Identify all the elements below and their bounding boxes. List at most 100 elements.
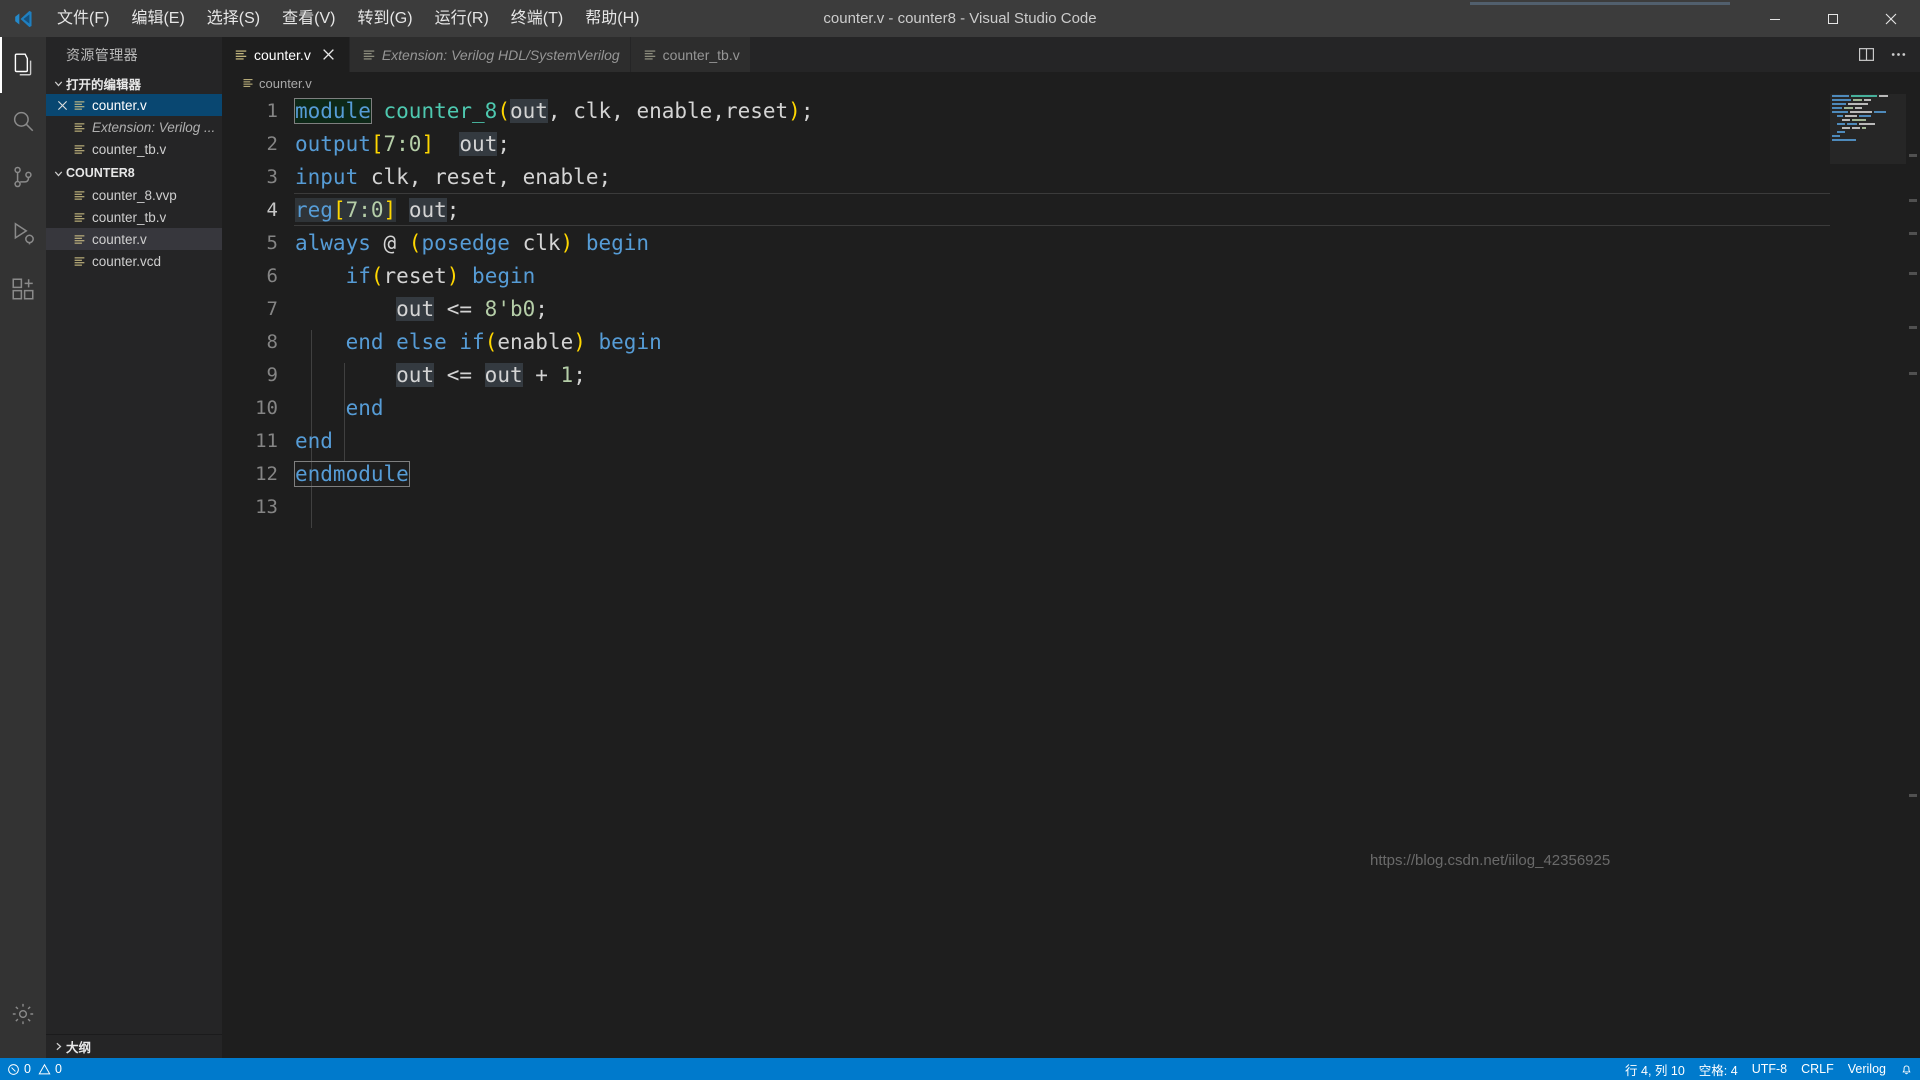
code-line[interactable]: 10 end (222, 391, 1920, 424)
code-line[interactable]: 1 module counter_8(out, clk, enable,rese… (222, 94, 1920, 127)
outline-label: 大纲 (66, 1041, 92, 1055)
open-editors-section-header[interactable]: 打开的编辑器 (46, 72, 222, 94)
line-content: out <= out + 1; (396, 362, 586, 387)
status-language-mode[interactable]: Verilog (1841, 1058, 1893, 1080)
open-editor-item-extension[interactable]: Extension: Verilog ... (46, 116, 222, 138)
breadcrumb-filename[interactable]: counter.v (259, 76, 312, 91)
file-item-counter-8-vvp[interactable]: counter_8.vvp (46, 184, 222, 206)
scrollbar-decoration (1909, 272, 1917, 275)
line-number: 13 (255, 495, 278, 518)
status-cursor-position[interactable]: 行 4, 列 10 (1618, 1058, 1692, 1080)
code-editor[interactable]: 1 module counter_8(out, clk, enable,rese… (222, 94, 1920, 1058)
title-bar: 文件(F) 编辑(E) 选择(S) 查看(V) 转到(G) 运行(R) 终端(T… (0, 0, 1920, 37)
activity-run-debug[interactable] (0, 205, 46, 261)
menu-file[interactable]: 文件(F) (46, 0, 120, 37)
code-line[interactable]: 11 end (222, 424, 1920, 457)
file-label: counter.vcd (92, 253, 162, 269)
code-line[interactable]: 13 (222, 490, 1920, 523)
verilog-file-icon (70, 189, 88, 202)
scrollbar-decoration (1909, 372, 1917, 375)
code-line[interactable]: 4 reg[7:0] out; (222, 193, 1920, 226)
window-controls (1746, 0, 1920, 37)
status-indentation[interactable]: 空格: 4 (1692, 1058, 1745, 1080)
tab-label: Extension: Verilog HDL/SystemVerilog (381, 46, 620, 63)
chevron-right-icon (50, 1036, 66, 1058)
minimap[interactable] (1830, 94, 1906, 1058)
line-number: 2 (266, 132, 278, 155)
file-label: counter.v (92, 231, 147, 247)
verilog-file-icon (70, 143, 88, 156)
status-problems[interactable]: 0 0 (0, 1058, 69, 1080)
minimize-icon[interactable] (1746, 0, 1804, 37)
breadcrumb[interactable]: counter.v (222, 72, 1920, 94)
close-icon[interactable] (1862, 0, 1920, 37)
tab-label: counter_tb.v (662, 46, 740, 63)
code-lines: 1 module counter_8(out, clk, enable,rese… (222, 94, 1920, 523)
open-editor-label: counter_tb.v (92, 141, 167, 157)
open-editor-item-counter-tb-v[interactable]: counter_tb.v (46, 138, 222, 160)
tab-label: counter.v (254, 46, 311, 63)
scrollbar-decoration (1909, 154, 1917, 157)
status-notifications[interactable] (1893, 1058, 1920, 1080)
scrollbar-decoration (1909, 326, 1917, 329)
activity-manage[interactable] (0, 986, 46, 1042)
status-bar-left: 0 0 (0, 1058, 69, 1080)
line-number: 6 (266, 264, 278, 287)
line-content: endmodule (294, 460, 410, 487)
code-line[interactable]: 5 always @ (posedge clk) begin (222, 226, 1920, 259)
line-number: 7 (266, 297, 278, 320)
outline-section-header[interactable]: 大纲 (46, 1034, 222, 1058)
side-bar: 资源管理器 打开的编辑器 counter.v Extension: Verilo… (46, 37, 222, 1058)
line-number: 11 (255, 429, 278, 452)
ellipsis-icon[interactable] (1884, 41, 1912, 69)
status-encoding[interactable]: UTF-8 (1745, 1058, 1794, 1080)
editor-scrollbar[interactable] (1906, 94, 1920, 1058)
activity-search[interactable] (0, 93, 46, 149)
verilog-file-icon (70, 121, 88, 134)
menu-selection[interactable]: 选择(S) (196, 0, 271, 37)
tab-counter-v[interactable]: counter.v (222, 37, 350, 72)
tab-counter-tb-v[interactable]: counter_tb.v (630, 37, 751, 72)
folder-name: COUNTER8 (66, 166, 135, 180)
line-number: 10 (255, 396, 278, 419)
scrollbar-decoration (1909, 199, 1917, 202)
code-line[interactable]: 6 if(reset) begin (222, 259, 1920, 292)
verilog-file-icon (70, 255, 88, 268)
menu-view[interactable]: 查看(V) (271, 0, 346, 37)
activity-source-control[interactable] (0, 149, 46, 205)
line-content: reg[7:0] out; (295, 197, 460, 222)
menu-help[interactable]: 帮助(H) (574, 0, 650, 37)
maximize-icon[interactable] (1804, 0, 1862, 37)
close-icon[interactable] (319, 45, 339, 65)
code-line[interactable]: 8 end else if(enable) begin (222, 325, 1920, 358)
file-item-counter-tb-v[interactable]: counter_tb.v (46, 206, 222, 228)
activity-extensions[interactable] (0, 261, 46, 317)
bell-icon (1900, 1063, 1913, 1076)
folder-section-header[interactable]: COUNTER8 (46, 162, 222, 184)
menu-run[interactable]: 运行(R) (424, 0, 500, 37)
chevron-down-icon (50, 72, 66, 94)
menu-terminal[interactable]: 终端(T) (500, 0, 574, 37)
code-line[interactable]: 3 input clk, reset, enable; (222, 160, 1920, 193)
code-line[interactable]: 12 endmodule (222, 457, 1920, 490)
open-editor-label: counter.v (92, 97, 147, 113)
activity-explorer[interactable] (0, 37, 46, 93)
tab-extension-verilog[interactable]: Extension: Verilog HDL/SystemVerilog (349, 37, 631, 72)
open-editor-item-counter-v[interactable]: counter.v (46, 94, 222, 116)
status-bar-right: 行 4, 列 10 空格: 4 UTF-8 CRLF Verilog (1618, 1058, 1920, 1080)
file-item-counter-vcd[interactable]: counter.vcd (46, 250, 222, 272)
code-line[interactable]: 7 out <= 8'b0; (222, 292, 1920, 325)
file-item-counter-v[interactable]: counter.v (46, 228, 222, 250)
status-eol[interactable]: CRLF (1794, 1058, 1841, 1080)
menu-go[interactable]: 转到(G) (346, 0, 423, 37)
open-editors-label: 打开的编辑器 (66, 77, 142, 92)
close-icon[interactable] (54, 100, 70, 111)
split-editor-icon[interactable] (1852, 41, 1880, 69)
line-content: end (345, 395, 384, 420)
code-line[interactable]: 2 output[7:0] out; (222, 127, 1920, 160)
line-number: 1 (266, 99, 278, 122)
code-line[interactable]: 9 out <= out + 1; (222, 358, 1920, 391)
menu-edit[interactable]: 编辑(E) (120, 0, 195, 37)
file-label: counter_8.vvp (92, 187, 177, 203)
